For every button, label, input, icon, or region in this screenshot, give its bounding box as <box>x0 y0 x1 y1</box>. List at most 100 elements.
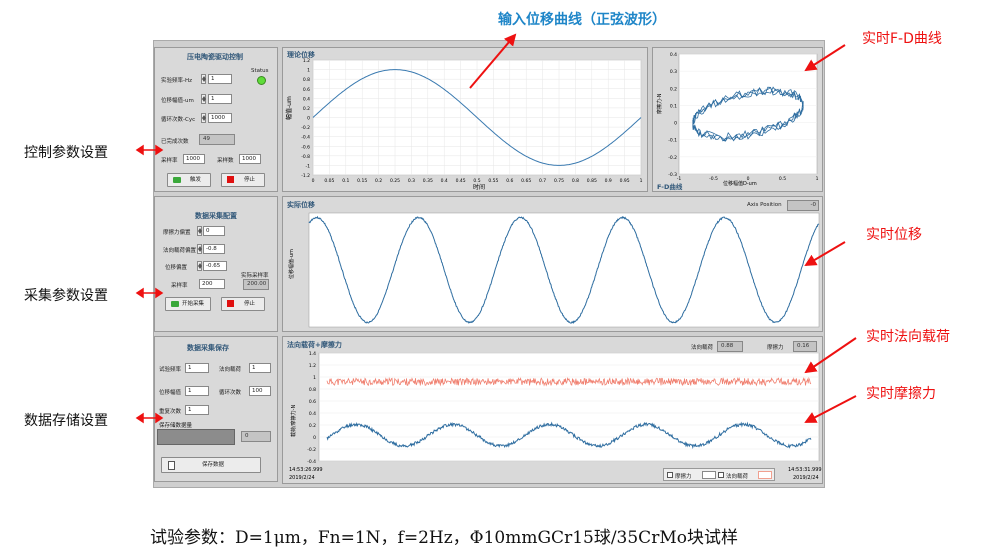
fd-ytick: 0 <box>674 121 677 127</box>
normal-gain-input[interactable]: -0.8 <box>203 244 225 254</box>
f5-label: 重复次数 <box>159 409 182 415</box>
acq-rate-input[interactable]: 200 <box>199 279 225 289</box>
acq-panel: 数据采集配置 摩擦力偏置 0 法向载荷偏置 -0.8 位移偏置 -0.65 采样… <box>154 196 278 332</box>
done-label: 已完成次数 <box>161 139 189 145</box>
theory-ytick: 1 <box>307 68 310 74</box>
save-panel-title: 数据采集保存 <box>187 344 229 352</box>
disp-graph-panel: 实际位移 Axis Position -0 位移幅值-um <box>282 196 823 332</box>
start-acq-button[interactable]: 开始采集 <box>165 297 211 311</box>
theory-xtick: 0.15 <box>357 178 367 184</box>
theory-ytick: 0.2 <box>303 106 310 112</box>
force-ylabel: 载荷/摩擦力-N <box>290 405 297 437</box>
f3-input[interactable]: 1 <box>185 386 209 396</box>
freq-input[interactable]: 1 <box>208 74 232 84</box>
force-ytick: 0.2 <box>309 423 316 429</box>
theory-ytick: 0.4 <box>303 96 310 102</box>
ann-friction: 实时摩擦力 <box>866 386 936 402</box>
fd-ylabel: 摩擦力-N <box>656 93 663 114</box>
control-panel: 压电陶瓷驱动控制 Status 实验频率-Hz 1 位移幅值-um 1 循环次数… <box>154 47 278 192</box>
disp-graph: 位移幅值-um <box>288 212 820 328</box>
legend-normal-label: 法向载荷 <box>726 474 749 480</box>
force-ytick: 1.2 <box>309 363 316 369</box>
cycles-spinner[interactable] <box>201 113 206 123</box>
force-ytick: -0.4 <box>307 459 316 465</box>
f4-input[interactable]: 100 <box>249 386 271 396</box>
theory-ytick: -0.8 <box>301 154 310 160</box>
legend-friction-label: 摩擦力 <box>675 474 692 480</box>
legend-normal-swatch <box>758 471 772 479</box>
f2-label: 法向载荷 <box>219 367 242 373</box>
cycles-label: 循环次数-Cyc <box>161 117 196 123</box>
theory-xtick: 0.9 <box>605 178 612 184</box>
control-panel-title: 压电陶瓷驱动控制 <box>187 53 243 61</box>
stop-button[interactable]: 停止 <box>221 173 265 187</box>
status-led <box>257 76 266 85</box>
force-legend: 摩擦力 法向载荷 <box>663 468 775 481</box>
theory-xtick: 0.75 <box>554 178 564 184</box>
legend-friction-checkbox[interactable] <box>667 472 673 478</box>
acq-stop-button[interactable]: 停止 <box>221 297 265 311</box>
normal-gain-spinner[interactable] <box>197 244 202 254</box>
f2-input[interactable]: 1 <box>249 363 271 373</box>
fd-ytick: 0.1 <box>670 103 677 109</box>
theory-ylabel: 幅值-um <box>285 96 293 120</box>
theory-xtick: 0.85 <box>587 178 597 184</box>
force-graph-panel: 法向载荷+摩擦力 法向载荷 0.88 摩擦力 0.16 1.4 1.2 1 0.8 0.… <box>282 336 823 484</box>
ann-normal-load: 实时法向载荷 <box>866 329 950 345</box>
theory-ytick: -0.6 <box>301 144 310 150</box>
acq-panel-title: 数据采集配置 <box>195 212 237 220</box>
f1-input[interactable]: 1 <box>185 363 209 373</box>
f5-input[interactable]: 1 <box>185 405 209 415</box>
save-panel: 数据采集保存 试验频率 1 法向载荷 1 位移幅值 1 循环次数 100 重复次… <box>154 336 278 482</box>
normal-gain-label: 法向载荷偏置 <box>163 248 197 254</box>
ann-acq-params: 采集参数设置 <box>24 288 108 304</box>
actual-rate-indicator: 200.00 <box>243 279 269 290</box>
theory-xtick: 0.1 <box>342 178 349 184</box>
count-label: 采样数 <box>217 158 234 164</box>
disp-gain-label: 位移偏置 <box>165 265 188 271</box>
t-end: 14:53:31.999 <box>788 467 822 473</box>
ann-realtime-disp: 实时位移 <box>866 227 922 243</box>
actual-rate-label: 实际采样率 <box>241 273 269 279</box>
stop-icon <box>227 176 234 183</box>
document-icon <box>168 461 175 470</box>
theory-xlabel: 时间 <box>473 183 485 191</box>
force-ytick: 0.4 <box>309 411 316 417</box>
save-data-button[interactable]: 保存数据 <box>161 457 261 473</box>
friction-gain-spinner[interactable] <box>197 226 202 236</box>
disp-gain-input[interactable]: -0.65 <box>203 261 227 271</box>
acq-rate-label: 采样率 <box>171 283 188 289</box>
theory-graph: 1.210.80.60.40.20-0.2-0.4-0.6-0.8-1-1.20… <box>285 58 643 191</box>
theory-ytick: -0.4 <box>301 135 310 141</box>
progress-indicator: 0 <box>241 431 271 442</box>
fd-xlabel: 位移幅值D-um <box>723 180 757 187</box>
amp-input[interactable]: 1 <box>208 94 232 104</box>
legend-normal-checkbox[interactable] <box>718 472 724 478</box>
rate-input[interactable]: 1000 <box>183 154 205 164</box>
done-indicator: 49 <box>199 134 235 145</box>
count-input[interactable]: 1000 <box>239 154 261 164</box>
theory-xtick: 0.6 <box>506 178 513 184</box>
freq-label: 实验频率-Hz <box>161 78 193 84</box>
freq-spinner[interactable] <box>201 74 206 84</box>
amp-spinner[interactable] <box>201 94 206 104</box>
theory-ytick: -0.2 <box>301 125 310 131</box>
stop-icon <box>227 300 234 307</box>
cycles-input[interactable]: 1000 <box>208 113 232 123</box>
friction-gain-input[interactable]: 0 <box>203 226 225 236</box>
trigger-button[interactable]: 触发 <box>167 173 211 187</box>
ann-control-params: 控制参数设置 <box>24 145 108 161</box>
fd-footer: F-D曲线 <box>657 182 683 191</box>
save-progress-bar <box>157 429 235 445</box>
f1-label: 试验频率 <box>159 367 182 373</box>
theory-ytick: -1.2 <box>301 173 310 179</box>
fd-ytick: 0.3 <box>670 69 677 75</box>
disp-gain-spinner[interactable] <box>197 261 202 271</box>
force-ytick: 0.6 <box>309 399 316 405</box>
progress-label: 保存储数据量 <box>159 423 193 429</box>
force-ytick: 0.8 <box>309 387 316 393</box>
ann-input-curve: 输入位移曲线（正弦波形） <box>498 12 666 28</box>
theory-xtick: 0.3 <box>408 178 415 184</box>
theory-xtick: 0.2 <box>375 178 382 184</box>
theory-xtick: 0.7 <box>539 178 546 184</box>
